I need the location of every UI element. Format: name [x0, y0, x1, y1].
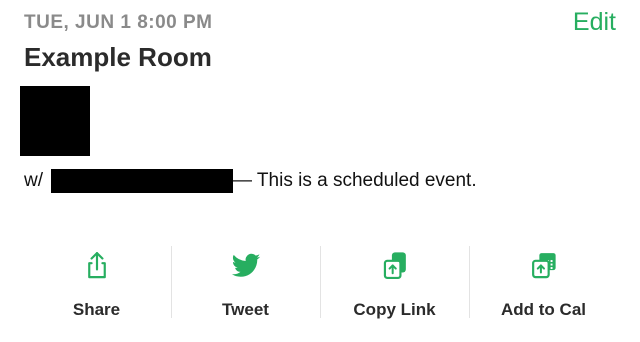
add-to-cal-button[interactable]: Add to Cal — [469, 246, 618, 320]
edit-button[interactable]: Edit — [573, 8, 616, 37]
share-icon — [87, 252, 106, 279]
event-description: w/ — This is a scheduled event. — [24, 168, 477, 194]
copy-link-button[interactable]: Copy Link — [320, 246, 469, 320]
with-prefix: w/ — [24, 170, 43, 191]
tweet-button[interactable]: Tweet — [171, 246, 320, 320]
event-datetime: TUE, JUN 1 8:00 PM — [24, 12, 213, 33]
description-text: — This is a scheduled event. — [233, 170, 477, 191]
room-title: Example Room — [24, 42, 212, 72]
share-label: Share — [72, 300, 121, 319]
twitter-icon — [231, 253, 260, 277]
add-to-calendar-icon — [531, 253, 556, 279]
copy-link-label: Copy Link — [353, 300, 436, 319]
host-avatar[interactable] — [20, 86, 90, 156]
action-bar: Share Tweet Copy Link Add to Cal — [22, 246, 618, 320]
copy-link-icon — [383, 252, 406, 279]
share-button[interactable]: Share — [22, 246, 171, 320]
tweet-label: Tweet — [222, 300, 269, 319]
redacted-host-name — [51, 169, 233, 193]
add-to-cal-label: Add to Cal — [501, 300, 586, 319]
